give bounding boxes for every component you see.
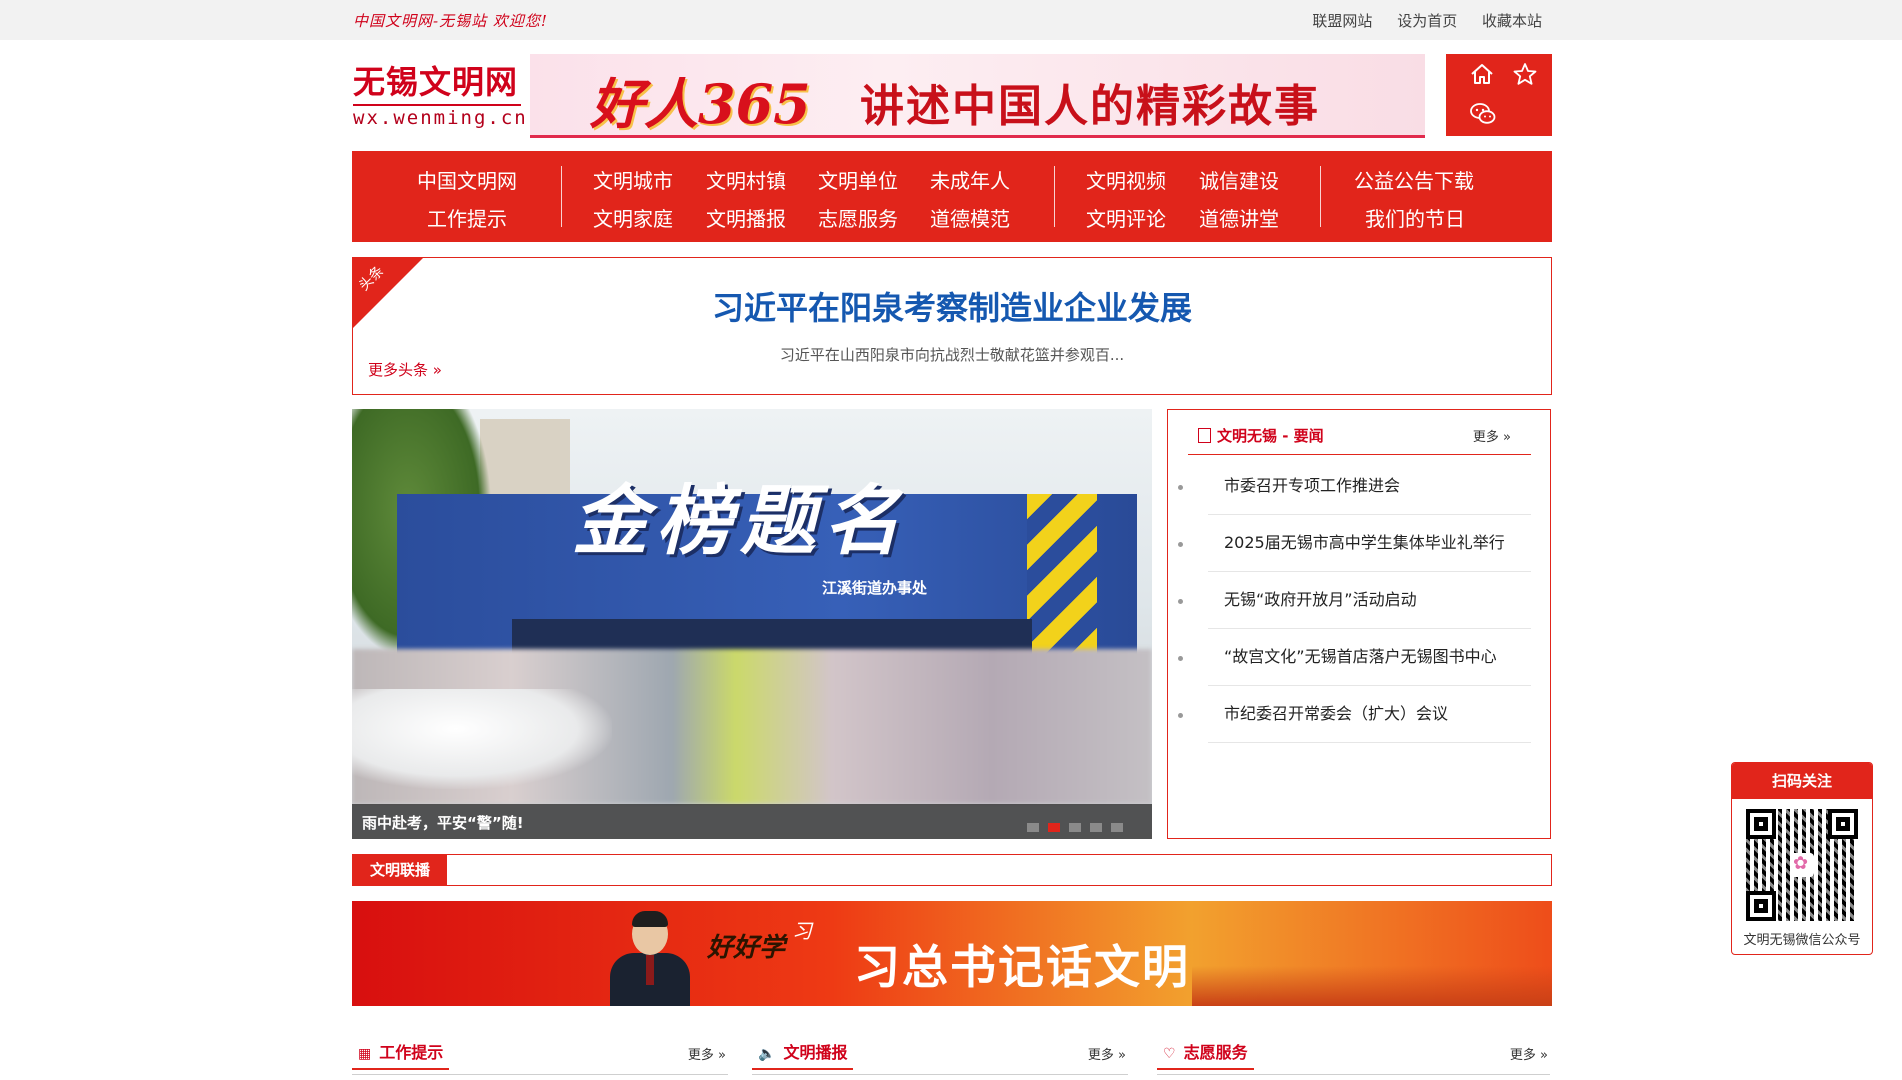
haoren-365-brand: 好人365 [590,72,811,136]
banner2-title: 习总书记话文明 [854,940,1190,994]
nav-item-civilized-broadcast[interactable]: 文明播报 [706,203,786,232]
section-tab-work-tips[interactable]: ▦ 工作提示 [352,1038,450,1070]
nav-item-civilized-city[interactable]: 文明城市 [593,165,673,194]
slide-car [352,689,612,789]
section-volunteer: ♡ 志愿服务 更多 » [1157,1034,1550,1075]
set-homepage-link[interactable]: 设为首页 [1397,12,1457,30]
news-panel-header: 文明无锡 - 要闻 更多 » [1188,420,1531,455]
welcome-text: 中国文明网-无锡站 欢迎您! [353,12,548,30]
qr-finder [1746,809,1776,839]
slider-dot[interactable] [1090,823,1102,832]
nav-separator [1320,166,1321,227]
news-item[interactable]: 市纪委召开常委会（扩大）会议 [1178,686,1531,743]
news-more-link[interactable]: 更多 » [1473,426,1511,445]
nav-item-minors[interactable]: 未成年人 [930,165,1010,194]
nav-item-moral-lecture[interactable]: 道德讲堂 [1199,203,1279,232]
news-list: 市委召开专项工作推进会 2025届无锡市高中学生集体毕业礼举行 无锡“政府开放月… [1178,458,1531,743]
slide-office-text: 江溪街道办事处 [822,579,928,597]
nav-item-china-wenming[interactable]: 中国文明网 [417,165,517,194]
nav-separator [561,166,562,227]
star-icon[interactable] [1512,62,1538,90]
home-icon[interactable] [1469,62,1495,90]
nav-separator [1054,166,1055,227]
speaker-icon: 🔈 [758,1046,776,1062]
lianbo-tag[interactable]: 文明联播 [353,855,447,885]
news-panel-title-wrap: 文明无锡 - 要闻 [1198,425,1324,446]
qr-finder [1746,891,1776,921]
top-links: 联盟网站 设为首页 收藏本站 [1292,10,1542,31]
site-logo[interactable]: 无锡文明网 wx.wenming.cn [353,62,526,129]
logo-cn: 无锡文明网 [353,63,519,101]
headline-box: 头条 习近平在阳泉考察制造业企业发展 习近平在山西阳泉市向抗战烈士敬献花篮并参观… [352,257,1552,395]
news-item[interactable]: 无锡“政府开放月”活动启动 [1178,572,1531,629]
nav-item-civilized-family[interactable]: 文明家庭 [593,203,673,232]
section-title: 工作提示 [379,1043,444,1062]
qr-code-image[interactable] [1746,809,1858,921]
top-bar: 中国文明网-无锡站 欢迎您! 联盟网站 设为首页 收藏本站 [0,0,1902,40]
slider-dots [1027,817,1132,832]
document-icon [1198,428,1211,443]
section-title: 志愿服务 [1183,1043,1248,1062]
news-item[interactable]: 2025届无锡市高中学生集体毕业礼举行 [1178,515,1531,572]
section-more-link[interactable]: 更多 » [1510,1044,1548,1063]
news-panel-title: 文明无锡 - 要闻 [1217,427,1324,445]
logo-en: wx.wenming.cn [353,104,526,129]
slider-dot[interactable] [1048,823,1060,832]
nav-item-moral-models[interactable]: 道德模范 [930,203,1010,232]
section-broadcast: 🔈 文明播报 更多 » [752,1034,1128,1075]
banner2-haohaoxue: 好好学 [707,933,786,963]
qr-title: 扫码关注 [1732,763,1872,799]
image-slider[interactable]: 金榜题名 江溪街道办事处 雨中赴考，平安“警”随! [352,409,1152,839]
news-item[interactable]: 市委召开专项工作推进会 [1178,458,1531,515]
alliance-sites-link[interactable]: 联盟网站 [1312,12,1372,30]
section-more-link[interactable]: 更多 » [1088,1044,1126,1063]
section-work-tips: ▦ 工作提示 更多 » [352,1034,728,1075]
portrait-image [604,909,696,1006]
headline-title[interactable]: 习近平在阳泉考察制造业企业发展 [353,283,1551,329]
wechat-icon[interactable] [1469,102,1497,130]
qr-finder [1828,809,1858,839]
more-headlines-link[interactable]: 更多头条 » [368,359,442,380]
header-icon-box [1446,54,1552,136]
lianbo-bar: 文明联播 [352,854,1552,886]
qr-follow-panel: 扫码关注 文明无锡微信公众号 [1731,762,1873,955]
haoren-365-slogan: 讲述中国人的精彩故事 [860,81,1320,132]
slide-caption[interactable]: 雨中赴考，平安“警”随! [362,812,524,833]
nav-item-civilized-commentary[interactable]: 文明评论 [1086,203,1166,232]
main-nav: 中国文明网 工作提示 文明城市 文明村镇 文明单位 未成年人 文明家庭 文明播报… [352,151,1552,242]
nav-item-psa-download[interactable]: 公益公告下载 [1354,165,1474,194]
slider-dot[interactable] [1111,823,1123,832]
nav-item-civilized-village[interactable]: 文明村镇 [706,165,786,194]
slider-dot[interactable] [1069,823,1081,832]
billboard-stripe [1027,494,1097,664]
great-wall-graphic [1192,966,1552,1006]
bookmark-site-link[interactable]: 收藏本站 [1482,12,1542,30]
qr-center-logo [1790,853,1814,877]
grid-icon: ▦ [358,1046,372,1062]
section-tab-volunteer[interactable]: ♡ 志愿服务 [1157,1038,1254,1070]
haoren-365-banner[interactable]: 好人365 讲述中国人的精彩故事 [530,54,1425,138]
slide-banner-text: 金榜题名 [572,476,908,565]
nav-item-our-festivals[interactable]: 我们的节日 [1365,203,1465,232]
nav-item-civilized-video[interactable]: 文明视频 [1086,165,1166,194]
qr-footer: 文明无锡微信公众号 [1743,933,1861,948]
section-title: 文明播报 [783,1043,848,1062]
news-item[interactable]: “故宫文化”无锡首店落户无锡图书中心 [1178,629,1531,686]
banner2-xi: 习 [792,919,812,943]
section-tab-broadcast[interactable]: 🔈 文明播报 [752,1038,854,1070]
xi-talks-civilization-banner[interactable]: 好好学 习 习总书记话文明 [352,901,1552,1006]
nav-item-volunteer-service[interactable]: 志愿服务 [818,203,898,232]
section-more-link[interactable]: 更多 » [688,1044,726,1063]
nav-item-integrity[interactable]: 诚信建设 [1199,165,1279,194]
heart-icon: ♡ [1163,1046,1176,1062]
news-panel: 文明无锡 - 要闻 更多 » 市委召开专项工作推进会 2025届无锡市高中学生集… [1167,409,1551,839]
nav-item-work-tips[interactable]: 工作提示 [427,203,507,232]
slider-dot[interactable] [1027,823,1039,832]
nav-item-civilized-unit[interactable]: 文明单位 [818,165,898,194]
portrait-tie [646,955,654,985]
portrait-hair [632,911,668,927]
headline-summary[interactable]: 习近平在山西阳泉市向抗战烈士敬献花篮并参观百... [353,344,1551,365]
